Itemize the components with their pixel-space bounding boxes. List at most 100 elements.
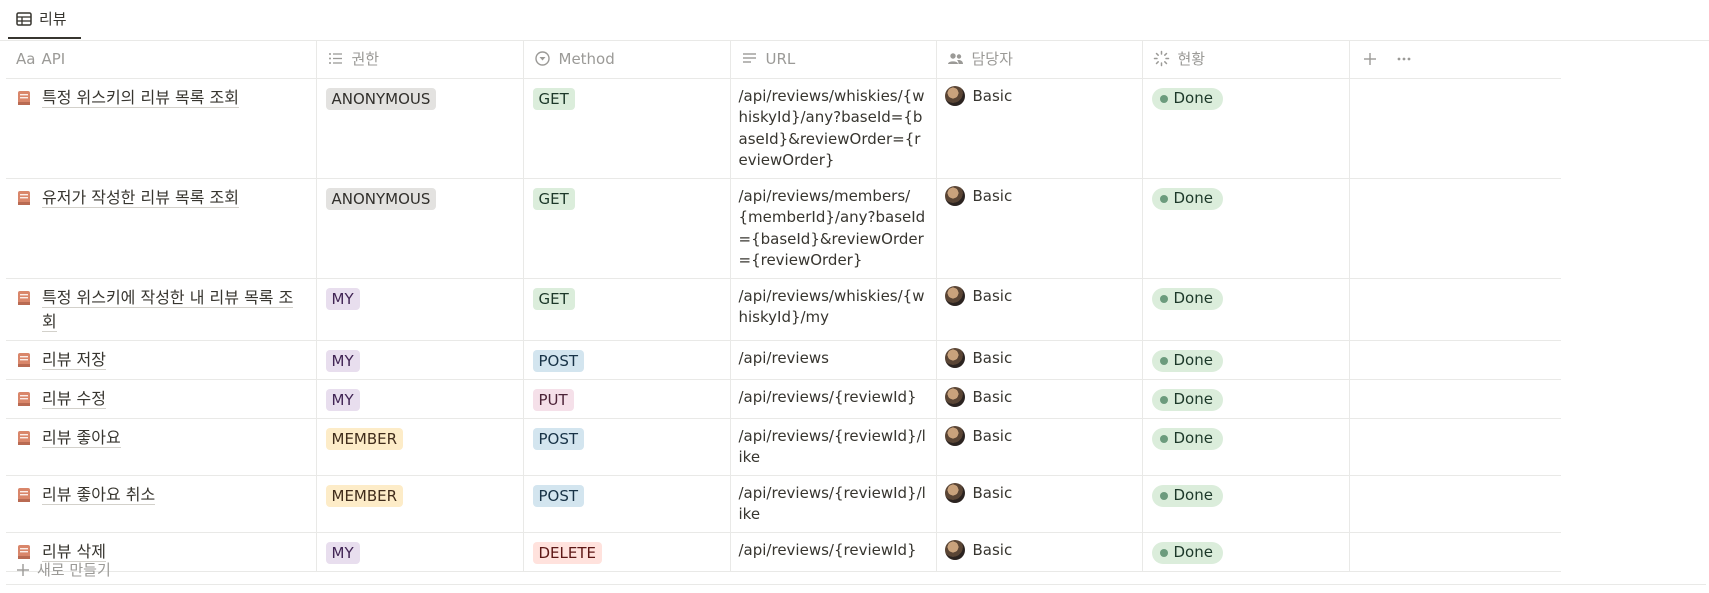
url-text: /api/reviews/whiskies/{whiskyId}/any?bas… bbox=[738, 86, 925, 170]
cell-empty bbox=[1349, 278, 1561, 341]
header-row: Aa API 권한 Method URL 담당자 현황 bbox=[6, 40, 1561, 79]
list-icon bbox=[328, 53, 342, 65]
cell-owner[interactable]: Basic bbox=[936, 418, 1143, 476]
select-icon bbox=[534, 51, 550, 66]
cell-auth[interactable]: ANONYMOUS bbox=[316, 178, 524, 279]
page-icon bbox=[18, 487, 30, 502]
auth-tag: ANONYMOUS bbox=[325, 187, 437, 210]
cell-url[interactable]: /api/reviews/{reviewId}/like bbox=[730, 475, 937, 533]
table-row[interactable]: 유저가 작성한 리뷰 목록 조회 ANONYMOUS GET /api/revi… bbox=[6, 178, 1561, 279]
cell-owner[interactable]: Basic bbox=[936, 340, 1143, 380]
more-options-icon[interactable] bbox=[1396, 51, 1412, 67]
url-text: /api/reviews bbox=[738, 348, 829, 367]
row-title[interactable]: 특정 위스키의 리뷰 목록 조회 bbox=[42, 87, 239, 108]
cell-auth[interactable]: MY bbox=[316, 278, 524, 341]
cell-auth[interactable]: ANONYMOUS bbox=[316, 78, 524, 179]
cell-url[interactable]: /api/reviews/{reviewId}/like bbox=[730, 418, 937, 476]
cell-api[interactable]: 리뷰 저장 bbox=[6, 340, 317, 380]
table-row[interactable]: 리뷰 저장 MY POST /api/reviews Basic Done bbox=[6, 340, 1561, 380]
cell-method[interactable]: POST bbox=[523, 340, 731, 380]
table-row[interactable]: 리뷰 좋아요 MEMBER POST /api/reviews/{reviewI… bbox=[6, 418, 1561, 476]
cell-status[interactable]: Done bbox=[1142, 78, 1350, 179]
page-icon bbox=[18, 190, 30, 205]
cell-api[interactable]: 유저가 작성한 리뷰 목록 조회 bbox=[6, 178, 317, 279]
status-label: Done bbox=[1173, 390, 1213, 408]
add-property-icon[interactable] bbox=[1362, 51, 1378, 67]
cell-owner[interactable]: Basic bbox=[936, 278, 1143, 341]
cell-api[interactable]: 특정 위스키의 리뷰 목록 조회 bbox=[6, 78, 317, 179]
cell-status[interactable]: Done bbox=[1142, 178, 1350, 279]
column-header-api[interactable]: Aa API bbox=[6, 40, 317, 79]
cell-method[interactable]: GET bbox=[523, 178, 731, 279]
cell-owner[interactable]: Basic bbox=[936, 379, 1143, 419]
status-dot-icon bbox=[1159, 356, 1168, 365]
people-icon bbox=[947, 53, 963, 65]
url-text: /api/reviews/whiskies/{whiskyId}/my bbox=[738, 286, 925, 327]
cell-status[interactable]: Done bbox=[1142, 379, 1350, 419]
status-dot-icon bbox=[1159, 434, 1168, 443]
table-row[interactable]: 특정 위스키에 작성한 내 리뷰 목록 조회 MY GET /api/revie… bbox=[6, 278, 1561, 341]
row-title[interactable]: 리뷰 좋아요 bbox=[42, 427, 121, 448]
cell-auth[interactable]: MEMBER bbox=[316, 475, 524, 533]
table-row[interactable]: 리뷰 수정 MY PUT /api/reviews/{reviewId} Bas… bbox=[6, 379, 1561, 419]
cell-url[interactable]: /api/reviews/members/{memberId}/any?base… bbox=[730, 178, 937, 279]
status-dot-icon bbox=[1159, 94, 1168, 103]
avatar bbox=[944, 347, 965, 368]
status-badge: Done bbox=[1151, 388, 1223, 411]
url-text: /api/reviews/{reviewId} bbox=[738, 387, 917, 406]
row-title[interactable]: 리뷰 수정 bbox=[42, 388, 106, 409]
row-title[interactable]: 리뷰 저장 bbox=[42, 349, 106, 370]
new-row-button[interactable]: 새로 만들기 bbox=[6, 555, 1706, 585]
method-tag: GET bbox=[532, 287, 575, 310]
table-row[interactable]: 특정 위스키의 리뷰 목록 조회 ANONYMOUS GET /api/revi… bbox=[6, 78, 1561, 179]
cell-api[interactable]: 리뷰 좋아요 bbox=[6, 418, 317, 476]
status-spinner-icon bbox=[1153, 51, 1169, 67]
database-table: Aa API 권한 Method URL 담당자 현황 특정 위스키의 리뷰 목… bbox=[6, 40, 1561, 572]
avatar bbox=[944, 425, 965, 446]
cell-owner[interactable]: Basic bbox=[936, 178, 1143, 279]
cell-method[interactable]: POST bbox=[523, 475, 731, 533]
cell-auth[interactable]: MEMBER bbox=[316, 418, 524, 476]
view-tab-reviews[interactable]: 리뷰 bbox=[8, 0, 81, 39]
row-title[interactable]: 유저가 작성한 리뷰 목록 조회 bbox=[42, 187, 239, 208]
status-label: Done bbox=[1173, 189, 1213, 207]
cell-url[interactable]: /api/reviews/{reviewId} bbox=[730, 379, 937, 419]
cell-method[interactable]: POST bbox=[523, 418, 731, 476]
column-header-controls bbox=[1349, 40, 1561, 79]
row-title[interactable]: 리뷰 좋아요 취소 bbox=[42, 484, 156, 505]
cell-url[interactable]: /api/reviews/whiskies/{whiskyId}/any?bas… bbox=[730, 78, 937, 179]
cell-status[interactable]: Done bbox=[1142, 418, 1350, 476]
text-lines-icon bbox=[742, 53, 756, 63]
cell-status[interactable]: Done bbox=[1142, 475, 1350, 533]
cell-api[interactable]: 리뷰 수정 bbox=[6, 379, 317, 419]
status-badge: Done bbox=[1151, 349, 1223, 372]
cell-owner[interactable]: Basic bbox=[936, 78, 1143, 179]
cell-auth[interactable]: MY bbox=[316, 379, 524, 419]
auth-tag: MY bbox=[325, 287, 360, 310]
cell-api[interactable]: 특정 위스키에 작성한 내 리뷰 목록 조회 bbox=[6, 278, 317, 341]
cell-method[interactable]: PUT bbox=[523, 379, 731, 419]
column-header-method[interactable]: Method bbox=[523, 40, 731, 79]
cell-owner[interactable]: Basic bbox=[936, 475, 1143, 533]
cell-method[interactable]: GET bbox=[523, 278, 731, 341]
status-label: Done bbox=[1173, 289, 1213, 307]
cell-url[interactable]: /api/reviews bbox=[730, 340, 937, 380]
cell-api[interactable]: 리뷰 좋아요 취소 bbox=[6, 475, 317, 533]
new-row-label: 새로 만들기 bbox=[37, 561, 111, 579]
method-tag: GET bbox=[532, 187, 575, 210]
row-title[interactable]: 특정 위스키에 작성한 내 리뷰 목록 조회 bbox=[42, 287, 294, 332]
cell-url[interactable]: /api/reviews/whiskies/{whiskyId}/my bbox=[730, 278, 937, 341]
column-header-url[interactable]: URL bbox=[730, 40, 937, 79]
column-header-auth[interactable]: 권한 bbox=[316, 40, 524, 79]
auth-tag: MEMBER bbox=[325, 427, 404, 450]
cell-method[interactable]: GET bbox=[523, 78, 731, 179]
column-header-owner[interactable]: 담당자 bbox=[936, 40, 1143, 79]
status-label: Done bbox=[1173, 89, 1213, 107]
cell-auth[interactable]: MY bbox=[316, 340, 524, 380]
column-header-status[interactable]: 현황 bbox=[1142, 40, 1350, 79]
table-row[interactable]: 리뷰 좋아요 취소 MEMBER POST /api/reviews/{revi… bbox=[6, 475, 1561, 533]
cell-status[interactable]: Done bbox=[1142, 340, 1350, 380]
avatar bbox=[944, 386, 965, 407]
cell-status[interactable]: Done bbox=[1142, 278, 1350, 341]
auth-tag: MEMBER bbox=[325, 484, 404, 507]
